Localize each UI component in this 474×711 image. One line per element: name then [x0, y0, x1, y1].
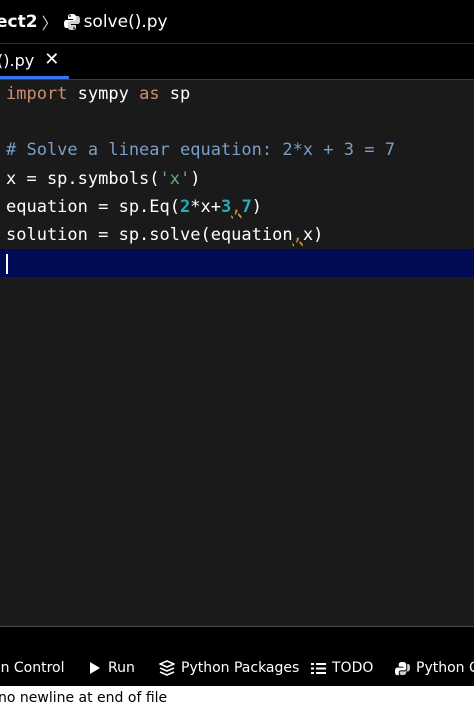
tool-label: Run: [108, 660, 135, 676]
tool-label: TODO: [332, 660, 374, 676]
breadcrumb-file[interactable]: solve().py: [84, 12, 168, 32]
code-token: 7: [241, 197, 252, 217]
code-token: ,: [231, 197, 242, 217]
code-token: x = sp.symbols(: [6, 169, 160, 189]
python-file-icon: [63, 13, 80, 31]
tool-label: Python Packages: [181, 660, 300, 676]
status-message: no newline at end of file: [0, 690, 168, 706]
tool-label: Python Co: [416, 660, 474, 676]
breadcrumb: ect2 〉 solve().py: [0, 0, 474, 44]
breadcrumb-separator: 〉: [41, 13, 58, 33]
code-token: 2: [180, 197, 191, 217]
current-line-highlight: [0, 249, 474, 277]
code-token: 'x': [159, 169, 191, 189]
status-bar: no newline at end of file: [0, 686, 474, 711]
code-token: equation = sp.Eq(: [6, 197, 180, 217]
python-console-icon: [395, 661, 410, 675]
code-token: *x+: [190, 197, 221, 217]
code-token: import: [6, 84, 68, 104]
code-token: ): [190, 169, 201, 189]
packages-icon: [159, 660, 175, 676]
tool-todo[interactable]: TODO: [311, 657, 373, 679]
close-icon[interactable]: ✕: [44, 51, 59, 69]
code-token: solution = sp.solve(equation: [6, 225, 293, 245]
code-line-3: # Solve a linear equation: 2*x + 3 = 7: [6, 136, 395, 164]
tab-solve-py[interactable]: ().py ✕: [0, 44, 70, 79]
code-editor[interactable]: import sympy as sp # Solve a linear equa…: [0, 80, 474, 625]
code-token: 3: [220, 197, 232, 217]
text-caret: [6, 254, 8, 274]
tool-version-control[interactable]: on Control: [0, 657, 65, 679]
code-token: x): [302, 225, 324, 245]
code-token: ,: [292, 225, 303, 245]
breadcrumb-project[interactable]: ect2: [0, 12, 38, 32]
tool-run[interactable]: Run: [88, 657, 135, 679]
tool-python-packages[interactable]: Python Packages: [159, 657, 299, 679]
tool-window-strip: on Control Run Python Packages TODO Pyth…: [0, 626, 474, 686]
code-line-1: import sympy as sp: [6, 80, 190, 108]
code-line-4: x = sp.symbols('x'): [6, 165, 201, 193]
code-token: # Solve a linear equation: 2*x + 3 = 7: [6, 140, 395, 160]
code-token: as: [139, 84, 160, 104]
code-token: sympy: [67, 84, 140, 104]
tool-python-console[interactable]: Python Co: [395, 657, 474, 679]
code-token: ): [251, 197, 262, 217]
code-token: sp: [159, 84, 191, 104]
tab-label: ().py: [0, 50, 35, 70]
tool-label: on Control: [0, 660, 65, 676]
code-line-6: solution = sp.solve(equation,x): [6, 221, 323, 249]
editor-tab-bar: ().py ✕: [0, 44, 474, 80]
todo-icon: [311, 662, 326, 674]
run-icon: [90, 662, 100, 674]
code-line-5: equation = sp.Eq(2*x+3,7): [6, 193, 262, 221]
